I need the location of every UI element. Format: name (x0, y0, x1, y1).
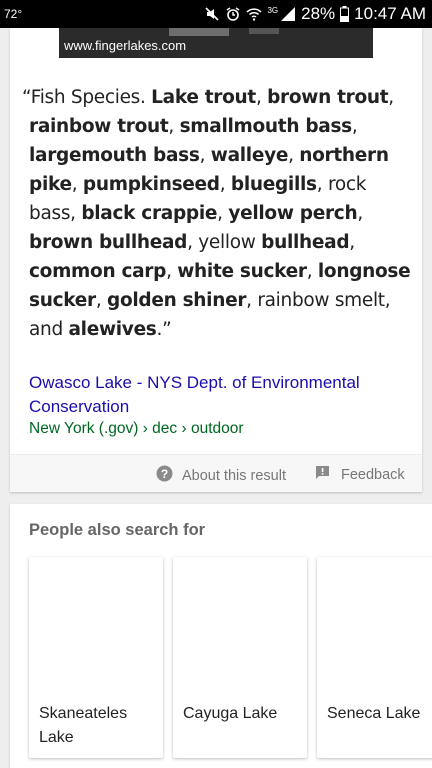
quote-text: .” (156, 319, 172, 340)
highlighted-term: black crappie (81, 203, 218, 224)
highlighted-term: rainbow trout (29, 116, 169, 137)
quote-text: , (288, 145, 300, 166)
quote-line: and alewives.” (22, 315, 414, 344)
highlighted-term: golden shiner (107, 290, 247, 311)
suggestion-tile-seneca[interactable]: Seneca Lake (317, 557, 432, 758)
quote-text: bass, (29, 203, 82, 224)
network-type-label: 3G (267, 6, 279, 15)
highlighted-term: pumpkinseed (82, 174, 220, 195)
highlighted-term: Lake trout (151, 87, 256, 108)
status-icons: 3G 28% 10:47 AM (204, 3, 426, 25)
quote-text: , rock (316, 174, 367, 195)
quote-text: , (255, 87, 268, 108)
image-detail (249, 28, 279, 34)
highlighted-term: largemouth bass (29, 145, 200, 166)
highlighted-term: bluegills (230, 174, 317, 195)
quote-line: common carp, white sucker, longnose (22, 257, 414, 286)
quote-text: , (199, 145, 211, 166)
highlighted-term: brown trout (267, 87, 389, 108)
temperature-indicator: 72° (4, 7, 23, 21)
source-link[interactable]: Owasco Lake - NYS Dept. of Environmental… (29, 371, 409, 419)
quote-line: sucker, golden shiner, rainbow smelt, (22, 286, 414, 315)
highlighted-term: brown bullhead (29, 232, 188, 253)
highlighted-term: pike (29, 174, 72, 195)
snippet-quote: “Fish Species. Lake trout, brown trout, r… (22, 83, 414, 344)
about-this-result-button[interactable]: ? About this result (156, 465, 286, 486)
quote-text: , (71, 174, 83, 195)
suggestion-tile-cayuga[interactable]: Cayuga Lake (173, 557, 307, 758)
snippet-image[interactable]: www.fingerlakes.com (59, 28, 373, 58)
quote-text: , (168, 116, 180, 137)
status-bar: 72° 3G 28% 10:47 AM (0, 0, 432, 28)
highlighted-term: walleye (210, 145, 289, 166)
about-label: About this result (182, 467, 286, 484)
quote-line: “Fish Species. Lake trout, brown trout, (22, 83, 414, 112)
highlighted-term: common carp (29, 261, 167, 282)
quote-text: Fish Species. (30, 87, 152, 108)
feedback-label: Feedback (341, 466, 405, 483)
quote-text: , rainbow smelt, (246, 290, 391, 311)
highlighted-term: alewives (68, 319, 157, 340)
quote-line: brown bullhead, yellow bullhead, (22, 228, 414, 257)
signal-icon (280, 6, 296, 22)
feedback-button[interactable]: Feedback (315, 465, 405, 484)
battery-icon (340, 6, 350, 22)
open-quote-mark: “ (22, 87, 31, 108)
suggestion-label: Skaneateles Lake (39, 705, 128, 746)
quote-text: , (349, 232, 355, 253)
feedback-icon (315, 465, 330, 484)
quote-text: and (29, 319, 69, 340)
highlighted-term: sucker (29, 290, 96, 311)
highlighted-term: longnose (317, 261, 411, 282)
quote-text: , (217, 203, 229, 224)
quote-text: , (306, 261, 318, 282)
suggestion-label: Cayuga Lake (183, 705, 278, 722)
section-title: People also search for (29, 521, 206, 539)
svg-text:?: ? (161, 467, 168, 481)
battery-percent: 28% (301, 4, 336, 23)
highlighted-term: bullhead (261, 232, 350, 253)
people-also-search-card: People also search for Skaneateles Lake … (10, 504, 432, 768)
quote-text: , (351, 116, 358, 137)
help-icon: ? (156, 465, 173, 486)
quote-text: , (388, 87, 394, 108)
highlighted-term: white sucker (177, 261, 307, 282)
mute-icon (204, 6, 220, 22)
image-caption: www.fingerlakes.com (64, 38, 187, 53)
alarm-icon (225, 6, 241, 22)
quote-text: , (219, 174, 231, 195)
quote-line: pike, pumpkinseed, bluegills, rock (22, 170, 414, 199)
quote-text: , (166, 261, 178, 282)
featured-snippet-card: www.fingerlakes.com “Fish Species. Lake … (10, 28, 422, 492)
source-url: New York (.gov) › dec › outdoor (29, 420, 244, 437)
quote-text: , (95, 290, 107, 311)
image-detail (169, 28, 229, 36)
highlighted-term: smallmouth bass (179, 116, 353, 137)
suggestion-label: Seneca Lake (327, 705, 421, 722)
clock: 10:47 AM (354, 4, 426, 23)
quote-line: bass, black crappie, yellow perch, (22, 199, 414, 228)
quote-text: , (357, 203, 363, 224)
wifi-icon (246, 6, 262, 22)
highlighted-term: northern (299, 145, 389, 166)
quote-text: , yellow (187, 232, 262, 253)
highlighted-term: yellow perch (228, 203, 358, 224)
quote-line: largemouth bass, walleye, northern (22, 141, 414, 170)
suggestion-tile-skaneateles[interactable]: Skaneateles Lake (29, 557, 163, 758)
snippet-footer: ? About this result Feedback (10, 454, 422, 492)
quote-line: rainbow trout, smallmouth bass, (22, 112, 414, 141)
